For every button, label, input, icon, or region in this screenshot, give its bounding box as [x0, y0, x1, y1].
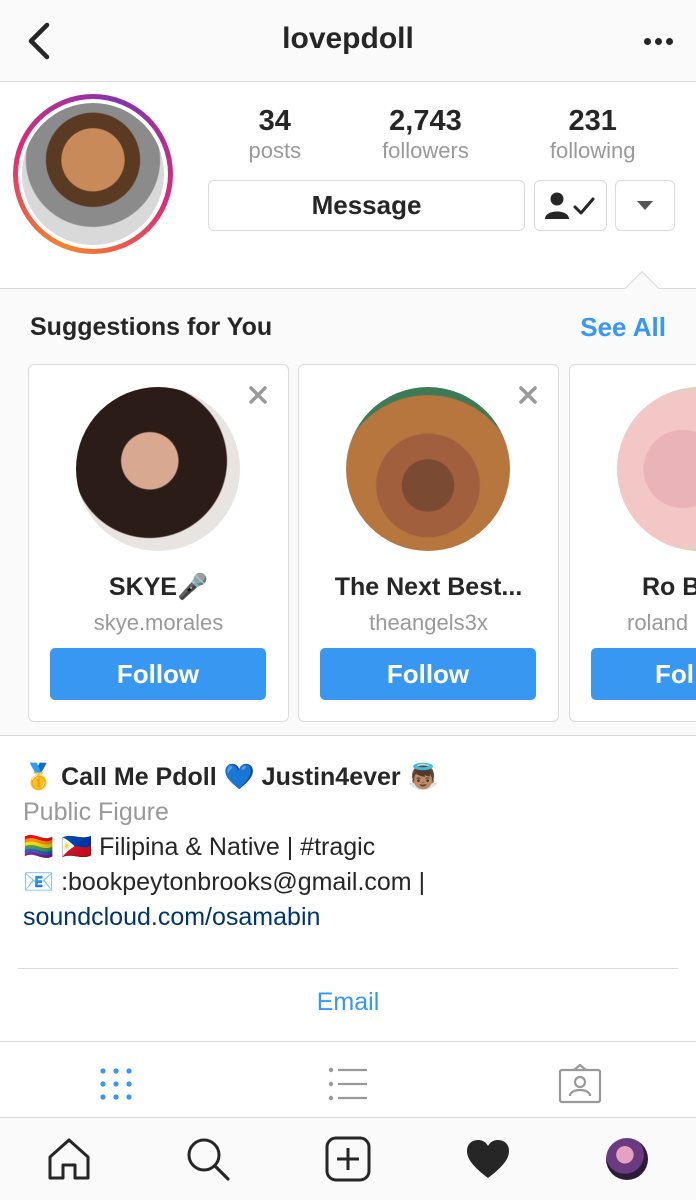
- stat-posts[interactable]: 34 posts: [248, 104, 301, 164]
- bottom-navigation-bar: [0, 1117, 696, 1200]
- tab-grid[interactable]: [94, 1064, 138, 1104]
- suggestion-name[interactable]: SKYE🎤: [29, 573, 288, 602]
- close-icon: [519, 386, 537, 404]
- tagged-icon: [558, 1064, 602, 1104]
- stat-following-label: following: [549, 138, 636, 163]
- stat-posts-count: 34: [258, 105, 291, 137]
- bio-text-line: 🏳️‍🌈 🇵🇭 Filipina & Native | #tragic: [23, 833, 376, 861]
- caret-down-icon: [637, 201, 653, 210]
- suggestion-card[interactable]: The Next Best... theangels3x Follow: [298, 364, 559, 722]
- profile-bio: 🥇 Call Me Pdoll 💙 Justin4ever 👼🏽 Public …: [23, 760, 673, 935]
- grid-icon: [100, 1068, 132, 1100]
- profile-stats: 34 posts 2,743 followers 231 following: [208, 104, 676, 164]
- see-all-link[interactable]: See All: [580, 312, 666, 343]
- email-button[interactable]: Email: [0, 988, 696, 1017]
- bio-category: Public Figure: [23, 798, 169, 826]
- dismiss-suggestion-button[interactable]: [244, 381, 272, 409]
- stat-following-count: 231: [568, 105, 617, 137]
- dismiss-suggestion-button[interactable]: [514, 381, 542, 409]
- search-icon: [187, 1138, 230, 1181]
- suggestion-avatar[interactable]: [76, 387, 240, 551]
- stat-followers-label: followers: [382, 138, 469, 163]
- stat-following[interactable]: 231 following: [550, 104, 636, 164]
- suggestion-card[interactable]: Ro B roland Fol: [569, 364, 696, 722]
- stat-posts-label: posts: [248, 138, 302, 163]
- divider: [18, 968, 678, 969]
- more-options-button[interactable]: [640, 26, 676, 56]
- suggestion-handle: skye.morales: [93, 610, 224, 635]
- bio-website-link[interactable]: soundcloud.com/osamabin: [23, 900, 673, 935]
- suggestion-name[interactable]: Ro B: [642, 573, 696, 602]
- top-navigation-bar: lovepdoll: [0, 0, 696, 82]
- follow-button[interactable]: Follow: [50, 648, 266, 700]
- message-button[interactable]: Message: [208, 180, 525, 231]
- close-icon: [249, 386, 267, 404]
- profile-view-tabs: [0, 1041, 696, 1117]
- stat-followers-count: 2,743: [389, 105, 462, 137]
- suggestion-name[interactable]: The Next Best...: [299, 573, 558, 602]
- nav-profile[interactable]: [604, 1136, 650, 1182]
- follow-button[interactable]: Follow: [320, 648, 536, 700]
- suggestion-avatar[interactable]: [346, 387, 510, 551]
- list-icon: [328, 1067, 367, 1101]
- new-post-icon: [325, 1136, 371, 1182]
- home-icon: [48, 1138, 90, 1180]
- suggestion-handle: theangels3x: [369, 610, 488, 635]
- activity-heart-icon: [467, 1140, 509, 1178]
- suggestion-avatar[interactable]: [617, 387, 696, 551]
- profile-avatar: [606, 1138, 648, 1180]
- follow-button[interactable]: Fol: [591, 648, 696, 700]
- tab-tagged[interactable]: [558, 1064, 602, 1104]
- person-check-icon: [544, 192, 594, 219]
- nav-search[interactable]: [185, 1136, 231, 1182]
- nav-activity[interactable]: [465, 1136, 511, 1182]
- profile-avatar: [22, 103, 164, 245]
- tab-list[interactable]: [326, 1064, 370, 1104]
- more-horizontal-icon: [643, 37, 651, 45]
- nav-home[interactable]: [46, 1136, 92, 1182]
- suggestions-dropdown-button[interactable]: [615, 180, 675, 231]
- profile-username: lovepdoll: [282, 22, 414, 55]
- following-status-button[interactable]: [534, 180, 607, 231]
- suggestions-title: Suggestions for You: [30, 313, 273, 341]
- nav-new-post[interactable]: [325, 1136, 371, 1182]
- suggestion-card[interactable]: SKYE🎤 skye.morales Follow: [28, 364, 289, 722]
- profile-header: 34 posts 2,743 followers 231 following M…: [0, 82, 696, 288]
- profile-avatar-story-ring[interactable]: [13, 94, 173, 254]
- bio-name: 🥇 Call Me Pdoll 💙 Justin4ever 👼🏽: [23, 763, 439, 791]
- stat-followers[interactable]: 2,743 followers: [382, 104, 469, 164]
- suggestions-panel: Suggestions for You See All SKYE🎤 skye.m…: [0, 271, 696, 736]
- suggestion-handle: roland: [627, 610, 689, 635]
- bio-text-line: 📧 :bookpeytonbrooks@gmail.com |: [23, 868, 426, 896]
